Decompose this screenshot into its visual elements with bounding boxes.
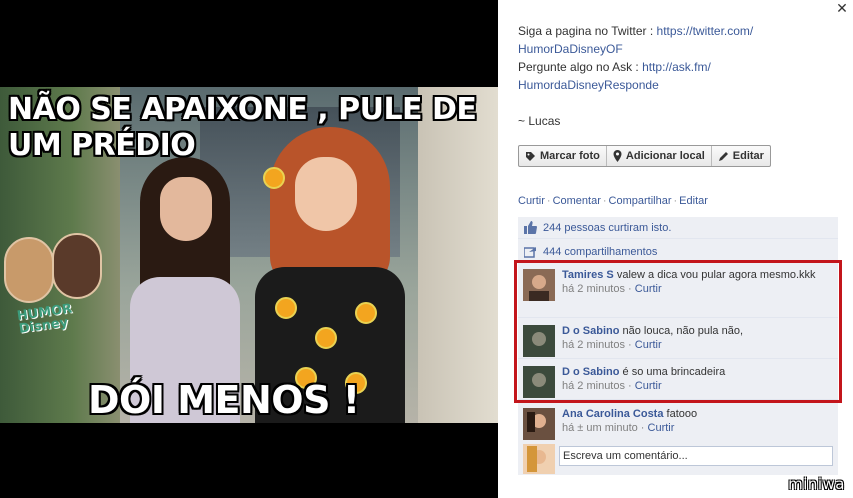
twitter-text: Siga a pagina no Twitter :: [518, 24, 657, 38]
comment-link[interactable]: Comentar: [553, 195, 601, 207]
share-link[interactable]: Compartilhar: [609, 195, 672, 207]
highlight-box: [514, 260, 842, 403]
comment-text: fatooo: [666, 408, 698, 420]
location-pin-icon: [613, 150, 622, 162]
comment-item: Ana Carolina Costa fatooo há ± um minuto…: [518, 402, 838, 442]
post-signature: ~ Lucas: [518, 114, 561, 128]
photo-tools-bar: Marcar foto Adicionar local Editar: [518, 145, 771, 167]
photo-viewer: HUMOR Disney NÃO SE APAIXONE , PULE DE U…: [0, 0, 498, 498]
edit-photo-label: Editar: [732, 150, 764, 162]
share-icon: [524, 246, 536, 258]
separator: ·: [546, 195, 551, 207]
separator: ·: [602, 195, 607, 207]
edit-photo-button[interactable]: Editar: [712, 146, 770, 166]
comment-author[interactable]: Ana Carolina Costa: [562, 408, 663, 420]
post-description: Siga a pagina no Twitter : https://twitt…: [518, 22, 838, 130]
edit-link[interactable]: Editar: [679, 195, 708, 207]
like-link[interactable]: Curtir: [518, 195, 545, 207]
comment-time[interactable]: há ± um minuto: [562, 422, 638, 434]
logo-text: HUMOR Disney: [16, 301, 74, 337]
thumbs-up-icon: [524, 221, 537, 234]
post-actions: Curtir · Comentar · Compartilhar · Editar: [518, 195, 708, 207]
ask-handle-link[interactable]: HumordaDisneyResponde: [518, 78, 659, 92]
shares-count: 444 compartilhamentos: [543, 245, 658, 258]
humor-disney-logo: HUMOR Disney: [4, 233, 120, 337]
avatar[interactable]: [523, 408, 555, 440]
add-location-label: Adicionar local: [625, 150, 705, 162]
meme-top-caption: NÃO SE APAIXONE , PULE DE UM PRÉDIO: [8, 92, 477, 163]
twitter-link[interactable]: https://twitter.com/: [657, 24, 754, 38]
tag-photo-button[interactable]: Marcar foto: [519, 146, 607, 166]
likes-count: 244 pessoas curtiram isto.: [543, 221, 672, 234]
close-icon[interactable]: ✕: [835, 1, 849, 15]
watermark: miniwa: [788, 475, 845, 493]
ask-link[interactable]: http://ask.fm/: [642, 60, 711, 74]
comment-input[interactable]: Escreva um comentário...: [559, 446, 833, 466]
ask-text: Pergunte algo no Ask :: [518, 60, 643, 74]
pencil-icon: [718, 151, 728, 161]
write-comment-box: Escreva um comentário...: [518, 441, 838, 475]
avatar: [523, 444, 555, 474]
likes-summary[interactable]: 244 pessoas curtiram isto.: [518, 217, 838, 239]
meme-bottom-caption: DÓI MENOS !: [88, 378, 360, 422]
add-location-button[interactable]: Adicionar local: [607, 146, 712, 166]
comment-like-link[interactable]: Curtir: [648, 422, 675, 434]
twitter-handle-link[interactable]: HumorDaDisneyOF: [518, 42, 623, 56]
tag-icon: [526, 151, 535, 161]
tag-photo-label: Marcar foto: [540, 150, 600, 162]
